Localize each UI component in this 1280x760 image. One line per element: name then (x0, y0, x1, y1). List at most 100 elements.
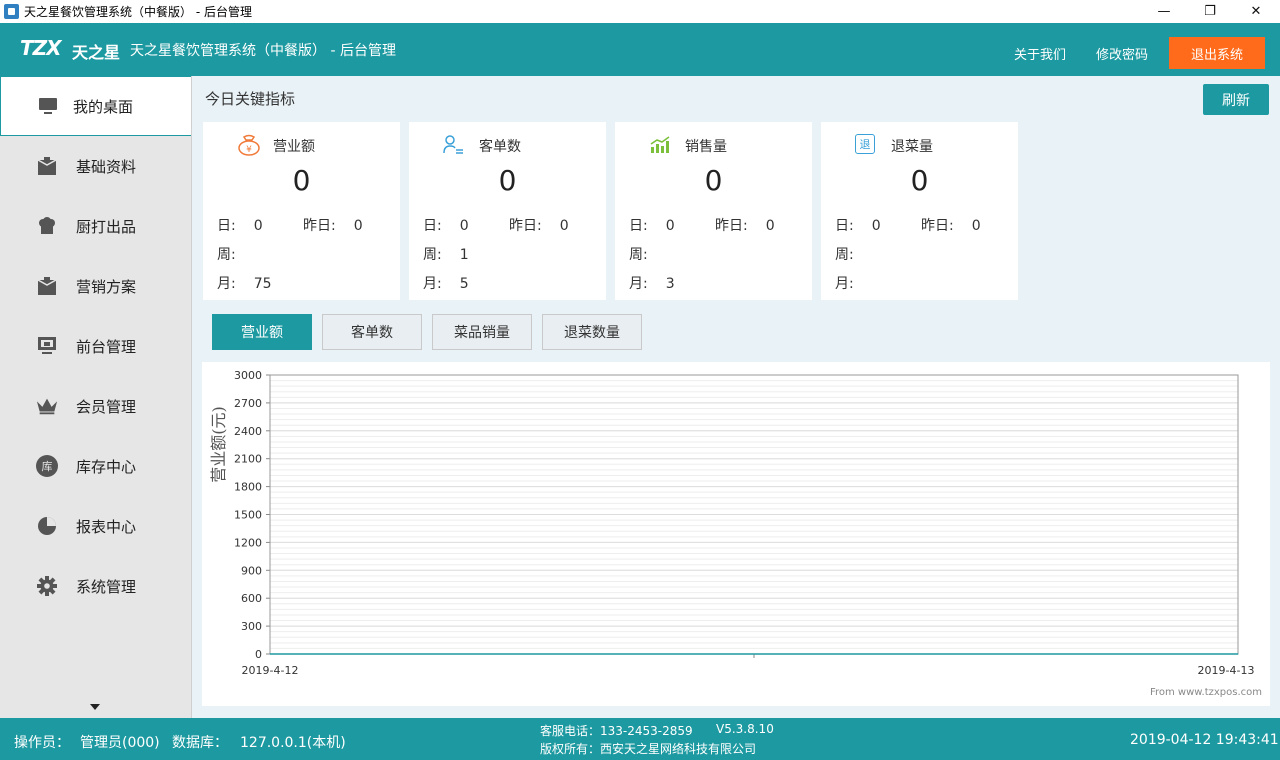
kpi-title: 营业额 (273, 139, 315, 155)
box-icon (36, 275, 58, 297)
day-value: 0 (253, 218, 263, 234)
sidebar-item-marketing[interactable]: 营销方案 (0, 256, 191, 316)
close-button[interactable]: ✕ (1233, 0, 1279, 23)
screen-icon (36, 335, 58, 357)
tab-orders[interactable]: 客单数 (322, 314, 422, 350)
app-title: 天之星餐饮管理系统（中餐版） - 后台管理 (130, 43, 396, 59)
kpi-card-returns: 退 退菜量 0 日: 0 昨日: 0 周: 月: (821, 122, 1018, 300)
kpi-card-orders: 客单数 0 日: 0 昨日: 0 周: 1 月: 5 (409, 122, 606, 300)
sidebar-item-label: 报表中心 (76, 517, 137, 536)
yesterday-label: 昨日: (303, 218, 336, 234)
yesterday-label: 昨日: (921, 218, 954, 234)
month-value: 75 (253, 276, 272, 292)
month-label: 月: (423, 276, 442, 292)
window-title-bar: 天之星餐饮管理系统（中餐版） - 后台管理 — ❐ ✕ (0, 0, 1280, 23)
day-label: 日: (423, 218, 442, 234)
sidebar-item-front-desk[interactable]: 前台管理 (0, 316, 191, 376)
sidebar-item-label: 基础资料 (76, 157, 137, 176)
sidebar-scroll-down-icon[interactable] (90, 704, 100, 710)
sidebar-item-label: 会员管理 (76, 397, 137, 416)
chart-y-tick-label: 2400 (234, 425, 262, 438)
yesterday-value: 0 (971, 218, 981, 234)
kpi-yesterday-row: 昨日: 0 (303, 215, 363, 235)
monitor-icon (37, 95, 59, 117)
kpi-yesterday-row: 昨日: 0 (509, 215, 569, 235)
yesterday-label: 昨日: (715, 218, 748, 234)
sidebar-item-label: 库存中心 (76, 457, 137, 476)
sidebar-item-inventory[interactable]: 库 库存中心 (0, 436, 191, 496)
week-value: 1 (459, 247, 469, 263)
kpi-title: 销售量 (685, 139, 727, 155)
sidebar-item-label: 系统管理 (76, 577, 137, 596)
yesterday-value: 0 (353, 218, 363, 234)
kpi-week-row: 周: (835, 244, 872, 264)
chart-y-tick-label: 2700 (234, 397, 262, 410)
about-link[interactable]: 关于我们 (1014, 44, 1066, 63)
kpi-day-row: 日: 0 (423, 215, 469, 235)
tab-returned-dishes[interactable]: 退菜数量 (542, 314, 642, 350)
kpi-day-row: 日: 0 (629, 215, 675, 235)
crown-icon (36, 395, 58, 417)
user-list-icon (443, 134, 465, 156)
datetime: 2019-04-12 19:43:41 (1130, 732, 1279, 748)
trend-chart-icon (649, 134, 671, 156)
chart-y-tick-label: 1200 (234, 536, 262, 549)
yesterday-value: 0 (559, 218, 569, 234)
kpi-title: 退菜量 (891, 139, 933, 155)
chart-y-tick-label: 3000 (234, 369, 262, 382)
version: V5.3.8.10 (716, 722, 774, 736)
kpi-card-revenue: ¥ 营业额 0 日: 0 昨日: 0 周: 月: 75 (203, 122, 400, 300)
svg-text:¥: ¥ (246, 145, 252, 155)
chart-y-tick-label: 0 (255, 648, 262, 661)
month-label: 月: (835, 276, 854, 292)
chart-data-point (269, 653, 271, 655)
maximize-button[interactable]: ❐ (1187, 0, 1233, 23)
kpi-yesterday-row: 昨日: 0 (921, 215, 981, 235)
day-value: 0 (871, 218, 881, 234)
chart-y-tick-label: 2100 (234, 453, 262, 466)
minimize-button[interactable]: — (1141, 0, 1187, 23)
kpi-value: 0 (292, 164, 311, 197)
revenue-chart: 0 300 600 900 1200 1500 1800 2100 2400 2700 3000 20… (202, 362, 1270, 706)
chef-icon (36, 215, 58, 237)
logout-button[interactable]: 退出系统 (1169, 37, 1265, 69)
tab-revenue[interactable]: 营业额 (212, 314, 312, 350)
chart-y-tick-label: 1500 (234, 509, 262, 522)
operator-label: 操作员： (14, 735, 70, 751)
kpi-week-row: 周: 1 (423, 244, 469, 264)
app-icon (4, 4, 19, 19)
operator-value: 管理员(000) (80, 735, 160, 751)
chart-data-point (1237, 653, 1239, 655)
database-label: 数据库： (172, 735, 228, 751)
refresh-button[interactable]: 刷新 (1203, 84, 1269, 115)
gear-icon (36, 575, 58, 597)
chart-y-tick-label: 1800 (234, 481, 262, 494)
sidebar-item-desktop[interactable]: 我的桌面 (0, 76, 191, 136)
tab-dish-sales[interactable]: 菜品销量 (432, 314, 532, 350)
sidebar-item-label: 我的桌面 (73, 97, 134, 116)
sidebar-item-system[interactable]: 系统管理 (0, 556, 191, 616)
chart-y-tick-label: 600 (241, 592, 262, 605)
section-heading: 今日关键指标 (205, 90, 296, 108)
week-label: 周: (217, 247, 236, 263)
kpi-week-row: 周: (629, 244, 666, 264)
chart-canvas: 0 300 600 900 1200 1500 1800 2100 2400 2700 3000 20… (209, 369, 1254, 677)
day-label: 日: (835, 218, 854, 234)
chart-y-axis-label: 营业额(元) (209, 406, 228, 483)
day-label: 日: (629, 218, 648, 234)
sidebar-item-label: 营销方案 (76, 277, 137, 296)
sidebar-item-kitchen-print[interactable]: 厨打出品 (0, 196, 191, 256)
kpi-value: 0 (498, 164, 517, 197)
kpi-value: 0 (704, 164, 723, 197)
week-label: 周: (629, 247, 648, 263)
sidebar-item-basic-data[interactable]: 基础资料 (0, 136, 191, 196)
sidebar-item-members[interactable]: 会员管理 (0, 376, 191, 436)
database-value: 127.0.0.1(本机) (240, 735, 346, 751)
chart-y-tick-label: 300 (241, 620, 262, 633)
sidebar-item-reports[interactable]: 报表中心 (0, 496, 191, 556)
box-icon (36, 155, 58, 177)
change-password-link[interactable]: 修改密码 (1096, 44, 1148, 63)
sidebar-item-label: 前台管理 (76, 337, 137, 356)
chart-y-tick-label: 900 (241, 564, 262, 577)
yesterday-label: 昨日: (509, 218, 542, 234)
